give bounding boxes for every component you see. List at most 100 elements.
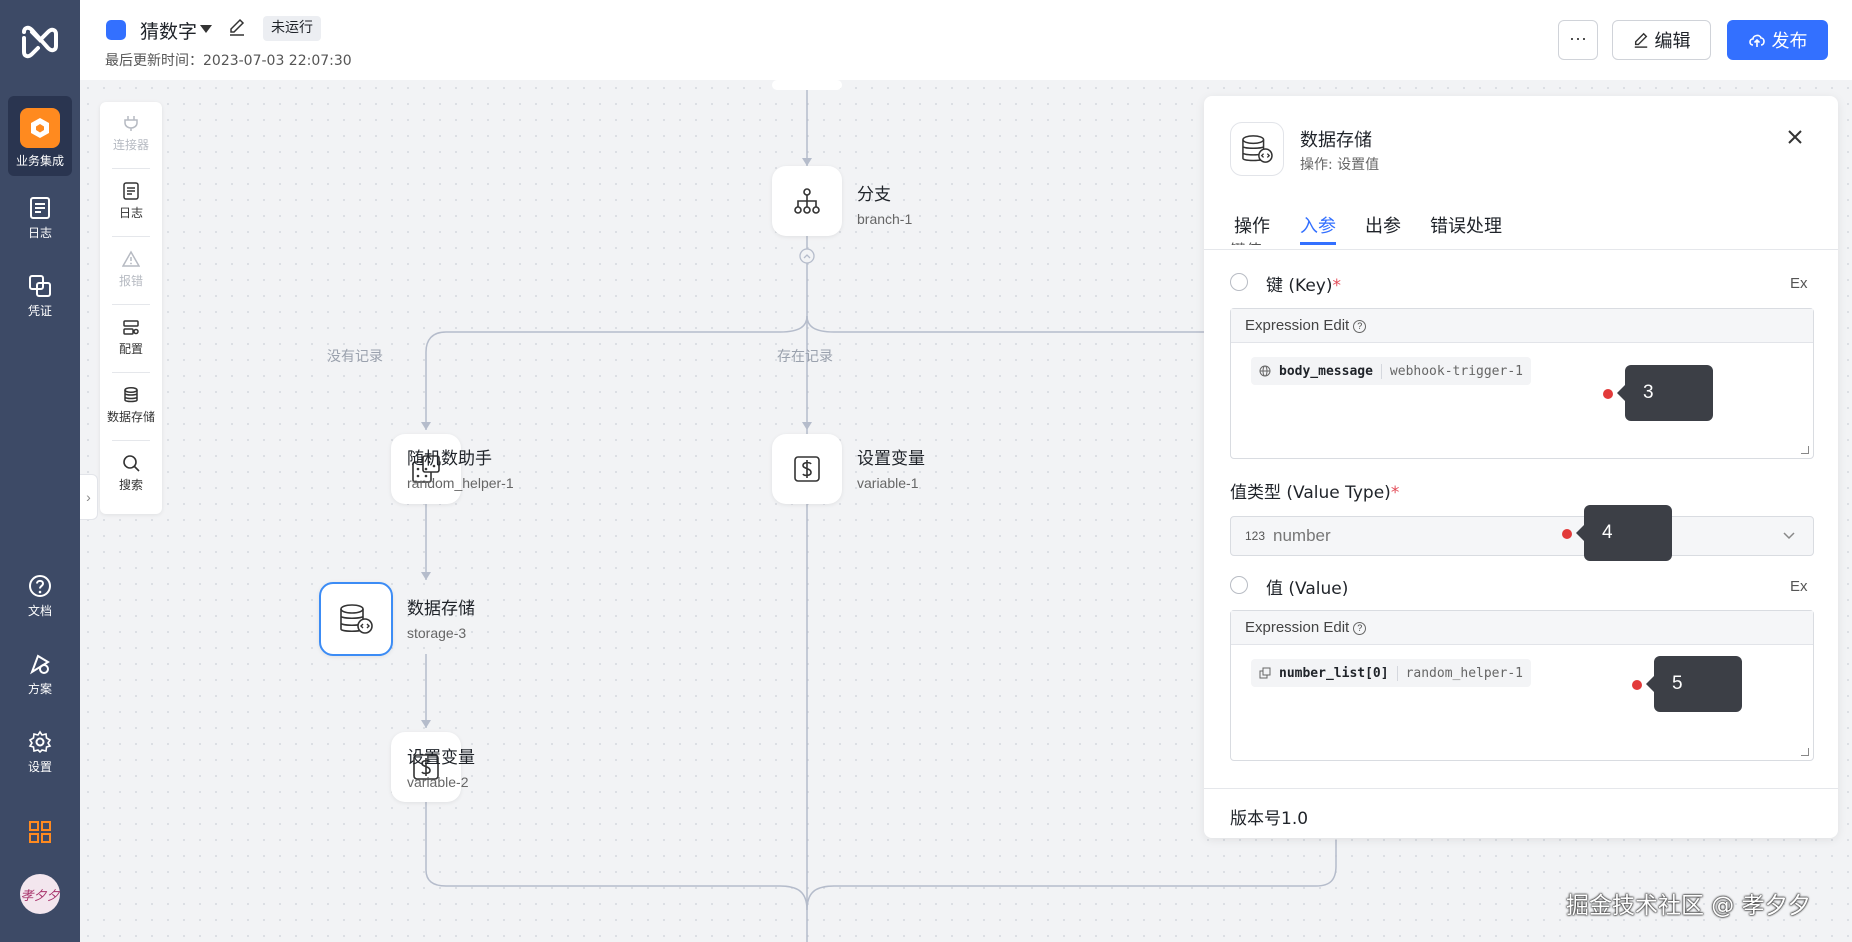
node-id: variable-1 xyxy=(857,475,919,491)
divider xyxy=(1204,788,1838,789)
more-button[interactable]: ··· xyxy=(1558,20,1598,60)
expression-toggle[interactable]: Ex xyxy=(1790,578,1808,595)
sidebar-item-label: 业务集成 xyxy=(15,154,64,168)
search-icon xyxy=(123,455,140,472)
sidebar-item-integration[interactable]: 业务集成 xyxy=(8,96,72,176)
log-icon xyxy=(30,197,50,219)
database-icon xyxy=(124,386,138,403)
help-icon[interactable]: ? xyxy=(1353,319,1367,333)
sidebar-item-log[interactable]: 日志 xyxy=(8,196,72,260)
edge-label-no-record: 没有记录 xyxy=(327,349,383,365)
edit-button[interactable]: 编辑 xyxy=(1612,20,1711,60)
sidebar-item-label: 方案 xyxy=(27,682,52,696)
token-variable: body_message xyxy=(1279,363,1373,379)
tool-config[interactable]: 配置 xyxy=(100,306,162,372)
globe-icon xyxy=(1259,365,1271,377)
help-icon xyxy=(29,575,51,597)
solution-icon xyxy=(30,654,50,675)
app-logo[interactable] xyxy=(20,24,60,60)
tool-search[interactable]: 搜索 xyxy=(100,442,162,508)
tab-operation[interactable]: 操作 xyxy=(1234,212,1270,238)
node-data-storage[interactable] xyxy=(319,582,393,656)
tool-panel: 连接器 日志 报错 配置 数据存储 搜索 xyxy=(100,102,162,514)
expand-panel-button[interactable]: › xyxy=(80,474,98,520)
callout-5: 5 xyxy=(1646,656,1742,712)
avatar[interactable]: 孝夕夕 xyxy=(20,874,60,914)
value-type-select[interactable]: 123 number xyxy=(1230,516,1814,556)
publish-button[interactable]: 发布 xyxy=(1727,20,1828,60)
token-source: random_helper-1 xyxy=(1396,665,1523,681)
node-title: 设置变量 xyxy=(407,748,475,768)
resize-handle[interactable] xyxy=(1801,748,1809,756)
tool-data-storage[interactable]: 数据存储 xyxy=(100,374,162,440)
sidebar-item-label: 设置 xyxy=(27,760,52,774)
plug-icon xyxy=(124,116,138,131)
expression-edit-header: Expression Edit? xyxy=(1231,611,1813,645)
sidebar-item-settings[interactable]: 设置 xyxy=(8,730,72,794)
sidebar-item-label: 文档 xyxy=(27,604,52,618)
callout-dot xyxy=(1603,389,1613,399)
node-id: random_helper-1 xyxy=(407,475,514,491)
tab-input-params[interactable]: 入参 xyxy=(1300,212,1336,238)
pencil-icon xyxy=(1634,32,1647,48)
value-mode-radio[interactable] xyxy=(1230,576,1248,594)
callout-dot xyxy=(1562,529,1572,539)
node-set-variable-1[interactable] xyxy=(772,434,842,504)
required-asterisk: * xyxy=(1390,483,1400,503)
sidebar-item-label: 凭证 xyxy=(27,304,52,318)
divider xyxy=(112,372,150,373)
tool-label: 搜索 xyxy=(118,478,143,492)
sidebar-item-label: 日志 xyxy=(27,226,52,240)
panel-node-icon xyxy=(1230,122,1284,176)
required-asterisk: * xyxy=(1332,276,1342,296)
value-field-label: 值 (Value) xyxy=(1266,574,1348,599)
key-expression-editor[interactable]: Expression Edit? body_message webhook-tr… xyxy=(1230,308,1814,459)
node-config-panel: 数据存储 操作: 设置值 操作 入参 出参 错误处理 键值 1 键 (Key)*… xyxy=(1204,96,1838,838)
resize-handle[interactable] xyxy=(1801,446,1809,454)
divider xyxy=(112,168,150,169)
expression-token[interactable]: number_list[0] random_helper-1 xyxy=(1251,659,1531,687)
tool-log[interactable]: 日志 xyxy=(100,170,162,236)
callout-4: 4 xyxy=(1576,505,1672,561)
watermark: 掘金技术社区 @ 孝夕夕 xyxy=(1566,893,1811,919)
chevron-right-icon: › xyxy=(86,489,91,505)
status-badge: 未运行 xyxy=(263,16,321,41)
chevron-down-icon[interactable] xyxy=(200,25,212,33)
sidebar-item-solution[interactable]: 方案 xyxy=(8,652,72,716)
tool-errors[interactable]: 报错 xyxy=(100,238,162,304)
chevron-down-icon xyxy=(1783,532,1795,540)
tool-label: 日志 xyxy=(118,206,143,220)
divider xyxy=(112,440,150,441)
token-source: webhook-trigger-1 xyxy=(1380,363,1523,379)
database-icon xyxy=(1242,135,1273,163)
sidebar-item-docs[interactable]: 文档 xyxy=(8,574,72,638)
value-label-text: 值 (Value) xyxy=(1266,579,1349,599)
branch-icon xyxy=(794,188,820,214)
expression-edit-label: Expression Edit xyxy=(1245,317,1350,334)
edge-label-has-record: 存在记录 xyxy=(777,349,833,365)
value-type-label-text: 值类型 (Value Type) xyxy=(1230,483,1391,503)
edit-button-label: 编辑 xyxy=(1654,31,1691,52)
sidebar-item-credential[interactable]: 凭证 xyxy=(8,274,72,338)
node-title: 数据存储 xyxy=(407,599,475,619)
key-mode-radio[interactable] xyxy=(1230,273,1248,291)
flow-title[interactable]: 猜数字 xyxy=(140,17,197,44)
integration-icon xyxy=(20,108,60,148)
node-branch[interactable] xyxy=(772,166,842,236)
tab-output-params[interactable]: 出参 xyxy=(1365,212,1401,238)
callout-dot xyxy=(1632,680,1642,690)
tool-label: 连接器 xyxy=(112,138,149,152)
active-tab-indicator xyxy=(1300,242,1336,245)
config-icon xyxy=(123,320,139,335)
publish-button-label: 发布 xyxy=(1771,31,1808,52)
copy-icon xyxy=(1259,667,1271,679)
pencil-icon[interactable] xyxy=(228,18,246,36)
tool-connector[interactable]: 连接器 xyxy=(100,102,162,168)
help-icon[interactable]: ? xyxy=(1353,621,1367,635)
node-title: 分支 xyxy=(857,185,891,205)
close-icon[interactable] xyxy=(1786,128,1804,146)
apps-grid-icon[interactable] xyxy=(28,820,52,844)
expression-token[interactable]: body_message webhook-trigger-1 xyxy=(1251,357,1531,385)
expression-toggle[interactable]: Ex xyxy=(1790,275,1808,292)
tab-error-handling[interactable]: 错误处理 xyxy=(1430,212,1502,238)
